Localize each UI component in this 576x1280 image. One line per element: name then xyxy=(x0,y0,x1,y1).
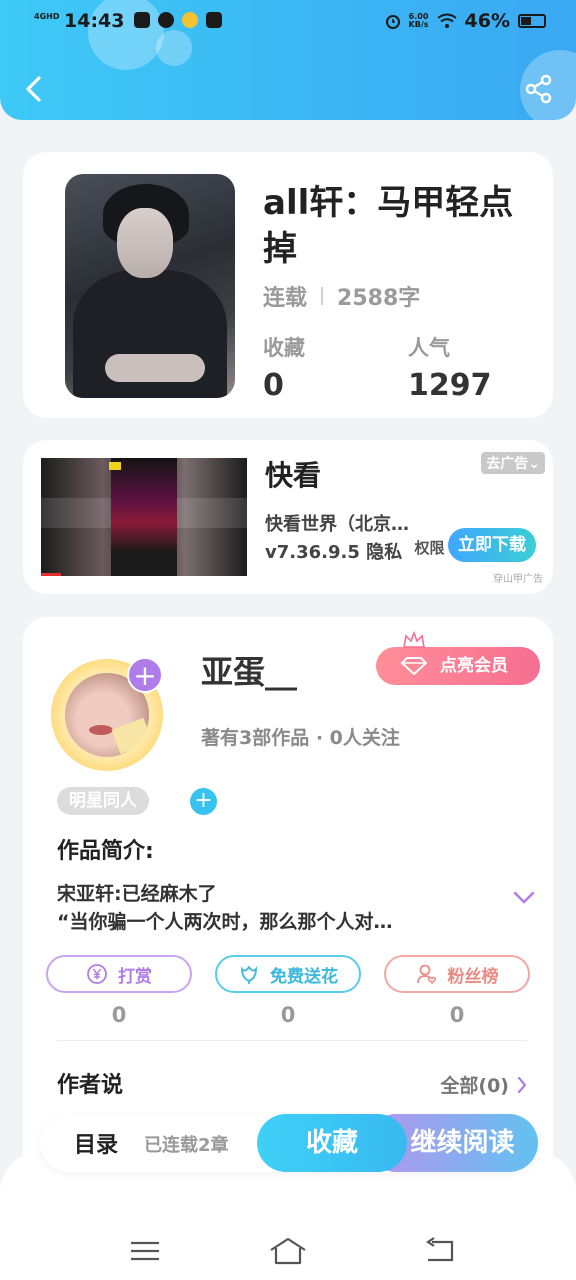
intro-heading: 作品简介: xyxy=(57,839,154,864)
flower-icon xyxy=(241,965,257,984)
message-icon xyxy=(134,12,150,28)
add-tag-plus-icon[interactable]: + xyxy=(190,788,217,815)
send-flower-button[interactable]: 免费送花 xyxy=(215,955,361,993)
alarm-icon xyxy=(385,15,400,29)
chevron-right-icon xyxy=(517,1076,527,1093)
flower-count: 0 xyxy=(280,1003,296,1027)
ad-image[interactable] xyxy=(41,458,247,576)
diamond-icon xyxy=(400,657,428,675)
menu-icon[interactable] xyxy=(125,1236,165,1266)
net-speed: 6.00 KB/s xyxy=(408,12,429,29)
top-header: 4GHD 14:43 6.00 KB/s 46% xyxy=(0,0,576,120)
ad-privacy-link[interactable]: 隐私 xyxy=(366,542,402,563)
crown-icon xyxy=(403,631,425,648)
ad-permissions-link[interactable]: 权限 xyxy=(414,538,444,558)
table-of-contents-button[interactable]: 目录 xyxy=(74,1127,118,1159)
battery-percent: 46% xyxy=(464,10,510,32)
yen-coin-icon xyxy=(87,964,107,984)
author-name[interactable]: 亚蛋__ xyxy=(201,647,297,693)
notification-icons xyxy=(134,12,222,28)
home-icon[interactable] xyxy=(268,1236,308,1266)
ad-card[interactable]: 快看 快看世界（北京… v7.36.9.5 隐私 权限 去广告⌄ 立即下载 穿山… xyxy=(23,440,553,594)
fan-ranking-icon xyxy=(416,964,436,985)
back-chevron-icon[interactable] xyxy=(20,74,50,104)
book-info-card: all轩：马甲轻点掉 连载 2588字 收藏 0 人气 1297 xyxy=(23,152,553,418)
favorite-button[interactable]: 收藏 xyxy=(257,1114,407,1172)
divider xyxy=(57,1040,527,1041)
book-title: all轩：马甲轻点掉 xyxy=(263,183,514,269)
serial-status: 连载 xyxy=(263,286,308,311)
fan-count: 0 xyxy=(449,1003,465,1027)
share-icon[interactable] xyxy=(524,74,554,104)
intro-text-line1: 宋亚轩:已经麻木了 xyxy=(57,883,217,905)
expand-chevron-down-icon[interactable] xyxy=(513,891,535,905)
favorites-value: 0 xyxy=(263,368,284,403)
tip-count: 0 xyxy=(111,1003,127,1027)
author-says-all-link[interactable]: 全部(0) xyxy=(440,1071,527,1098)
vip-button[interactable]: 点亮会员 xyxy=(376,631,540,685)
word-count: 2588字 xyxy=(337,286,421,311)
battery-icon xyxy=(518,14,546,28)
ad-version: v7.36.9.5 xyxy=(265,542,360,563)
download-now-button[interactable]: 立即下载 xyxy=(448,528,536,562)
status-bar: 4GHD 14:43 6.00 KB/s 46% xyxy=(0,0,576,44)
app-icon xyxy=(206,12,222,28)
popularity-label: 人气 xyxy=(408,336,450,360)
bottom-action-bar: 目录 已连载2章 继续阅读 收藏 xyxy=(40,1114,538,1172)
wifi-icon xyxy=(436,13,457,28)
popularity-value: 1297 xyxy=(408,368,492,403)
compass-icon xyxy=(158,12,174,28)
intro-text-line2: “当你骗一个人两次时，那么那个人对… xyxy=(57,911,393,933)
ad-source-label: 穿山甲广告 xyxy=(493,574,543,585)
author-says-heading: 作者说 xyxy=(57,1073,124,1098)
genre-tag[interactable]: 明星同人 xyxy=(57,787,149,815)
return-icon[interactable] xyxy=(420,1236,460,1266)
ad-version-row: v7.36.9.5 隐私 权限 xyxy=(265,538,444,564)
status-time: 14:43 xyxy=(64,10,125,32)
network-indicator: 4GHD xyxy=(34,12,60,21)
book-cover-image[interactable] xyxy=(65,174,235,398)
favorites-label: 收藏 xyxy=(263,336,305,360)
ad-title: 快看 xyxy=(265,459,322,492)
fan-ranking-button[interactable]: 粉丝榜 xyxy=(384,955,530,993)
follow-plus-icon[interactable]: + xyxy=(127,657,163,693)
tip-button[interactable]: 打赏 xyxy=(46,955,192,993)
chapters-count: 已连载2章 xyxy=(144,1135,229,1156)
chevron-down-icon: ⌄ xyxy=(528,456,540,472)
ad-developer: 快看世界（北京… xyxy=(265,514,409,535)
remove-ad-button[interactable]: 去广告⌄ xyxy=(481,452,545,474)
author-meta: 著有3部作品 · 0人关注 xyxy=(201,727,400,749)
book-status-row: 连载 2588字 xyxy=(263,280,420,312)
emoji-icon xyxy=(182,12,198,28)
